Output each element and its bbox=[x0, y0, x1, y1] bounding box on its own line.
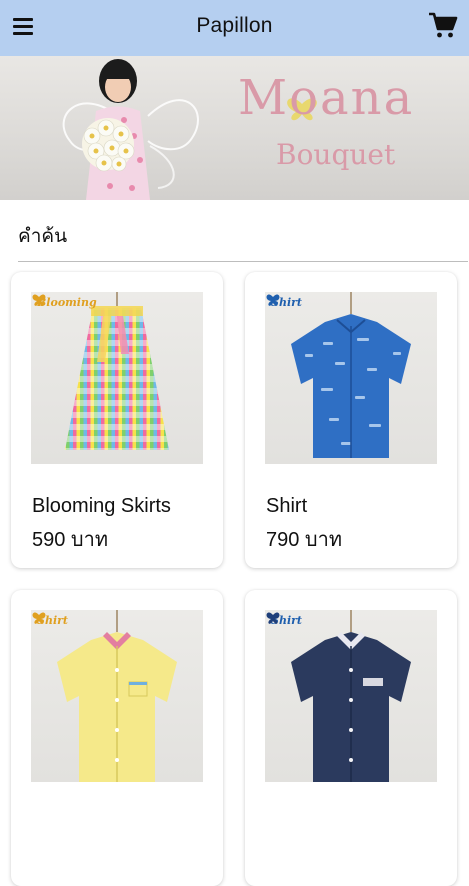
product-image: Blooming bbox=[31, 292, 203, 464]
product-price: 590 บาท bbox=[32, 529, 109, 551]
butterfly-logo-icon bbox=[266, 612, 280, 624]
product-card[interactable]: Blooming Blooming Skirts 590 บาท bbox=[11, 272, 223, 568]
banner-brand-line2: Bouquet bbox=[276, 138, 396, 171]
butterfly-logo-icon bbox=[32, 612, 46, 624]
product-price: 790 บาท bbox=[266, 529, 343, 551]
product-image: Shirt bbox=[265, 610, 437, 782]
search-input[interactable]: คำค้น bbox=[18, 213, 468, 262]
product-card[interactable]: Shirt Shirt 790 บาท bbox=[245, 272, 457, 568]
butterfly-logo-icon bbox=[266, 294, 280, 306]
product-image: Shirt bbox=[31, 610, 203, 782]
search-placeholder: คำค้น bbox=[18, 226, 68, 247]
app-bar: Papillon bbox=[0, 0, 469, 56]
product-image: Shirt bbox=[265, 292, 437, 464]
product-card[interactable]: Shirt bbox=[245, 590, 457, 886]
product-card[interactable]: Shirt bbox=[11, 590, 223, 886]
product-name: Blooming Skirts bbox=[32, 495, 171, 517]
banner-brand-line1: Moana bbox=[238, 70, 415, 126]
app-title: Papillon bbox=[196, 14, 273, 37]
promo-banner[interactable]: Moana Bouquet bbox=[0, 56, 469, 200]
shopping-cart-icon[interactable] bbox=[428, 10, 458, 40]
product-name: Shirt bbox=[266, 495, 308, 517]
butterfly-logo-icon bbox=[32, 294, 46, 306]
